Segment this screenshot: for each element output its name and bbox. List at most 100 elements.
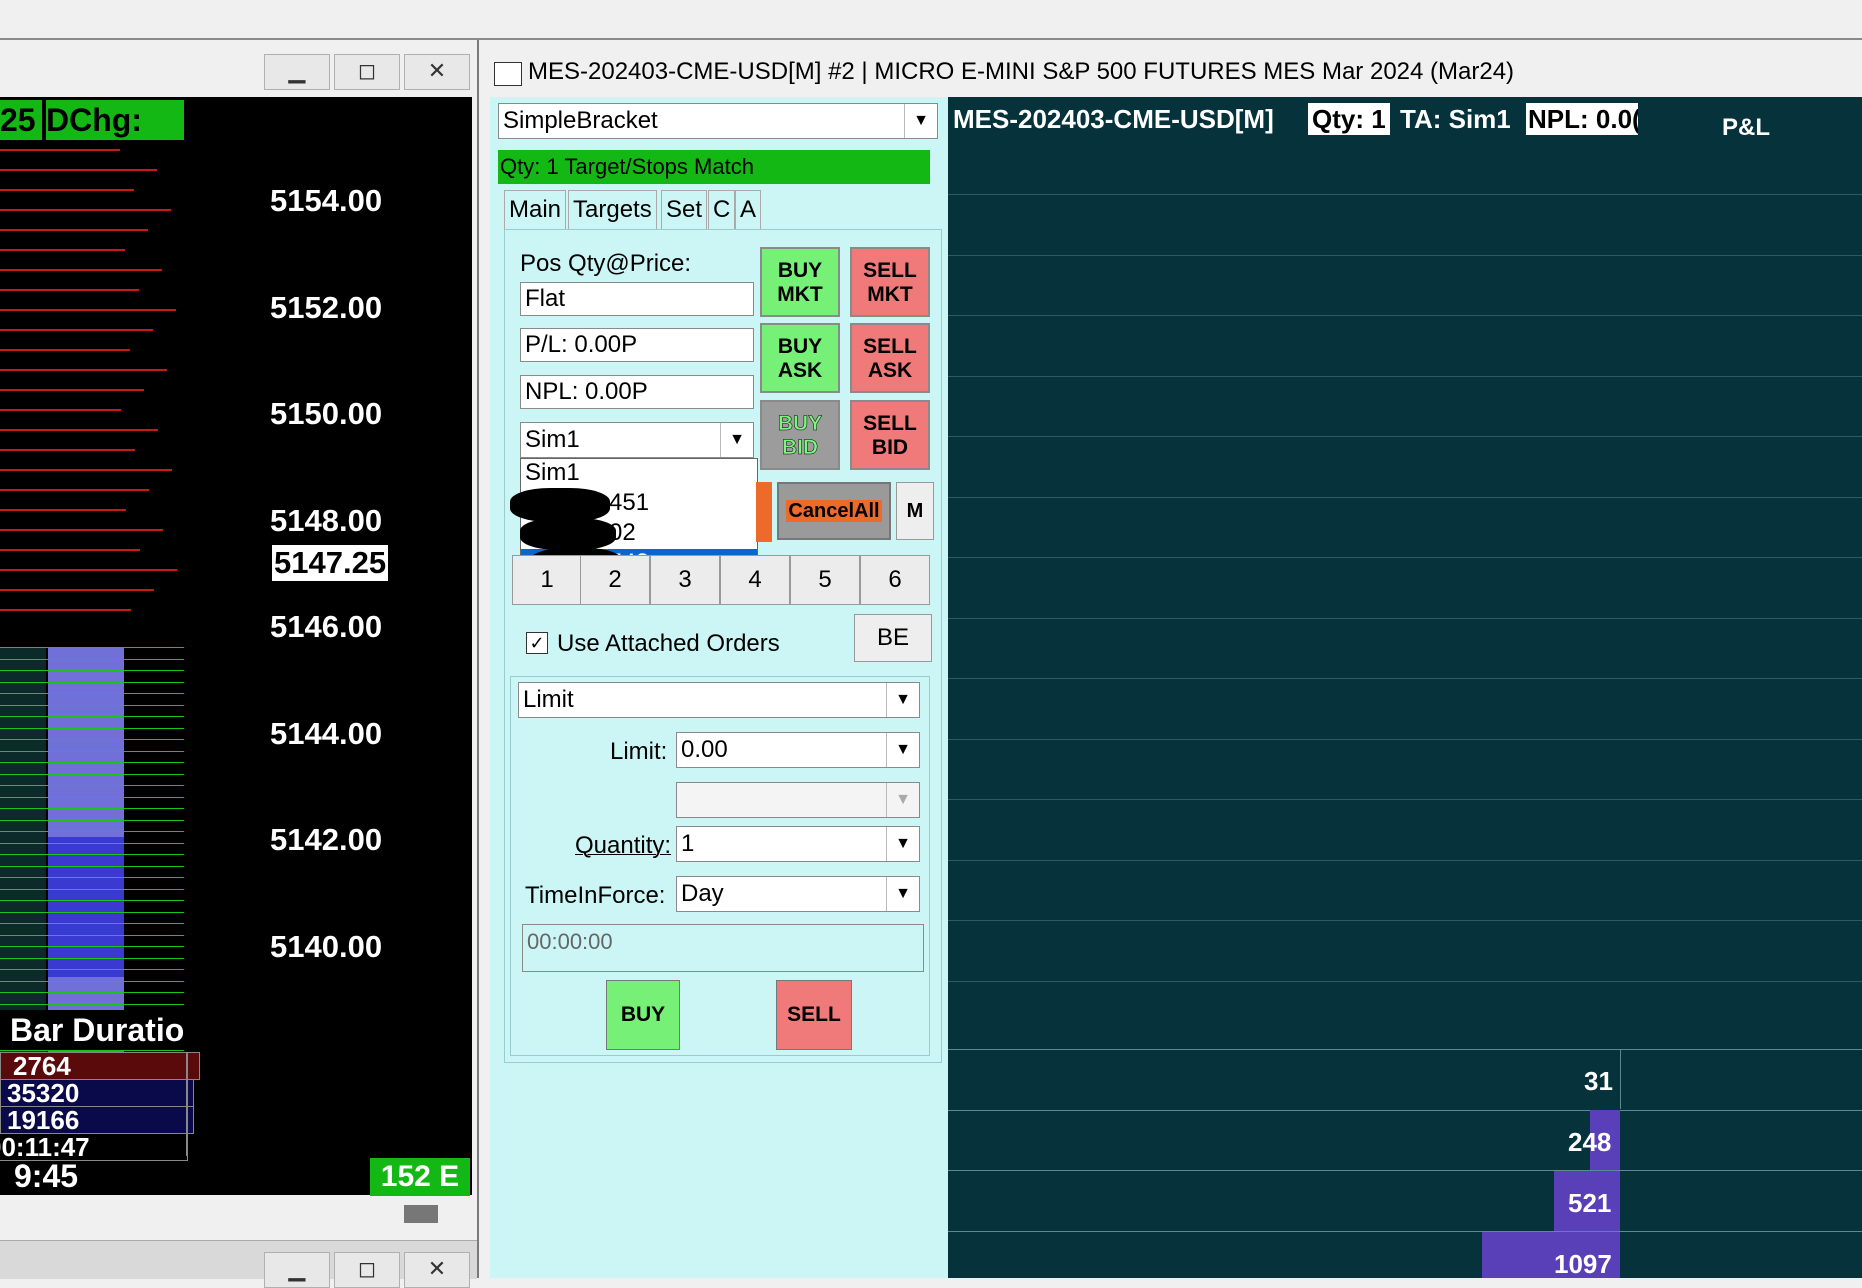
ladder-row-line	[0, 842, 184, 844]
stat-row: 2764	[0, 1052, 200, 1080]
qty-button-4[interactable]: 4	[720, 555, 790, 605]
window-title: MES-202403-CME-USD[M] #2 | MICRO E-MINI …	[528, 58, 1515, 85]
scrollbar-thumb[interactable]	[404, 1205, 438, 1223]
qty-button-1[interactable]: 1	[512, 555, 582, 605]
qty-button-3[interactable]: 3	[650, 555, 720, 605]
ladder-row-line	[0, 946, 184, 947]
grid-line	[948, 799, 1862, 800]
sell-ask-button[interactable]: SELL ASK	[850, 323, 930, 393]
pnl-value: 1097	[1554, 1249, 1612, 1279]
volume-bar	[0, 209, 171, 211]
qty-button-2[interactable]: 2	[580, 555, 650, 605]
minimize-button[interactable]: ▁	[264, 1252, 330, 1288]
pos-label: Pos Qty@Price:	[520, 250, 692, 277]
minimize-button[interactable]: ▁	[264, 54, 330, 90]
use-attached-orders-checkbox[interactable]: ✓	[526, 632, 548, 654]
volume-bar	[0, 229, 148, 231]
time-field[interactable]: 00:00:00	[522, 924, 924, 972]
grid-line	[948, 920, 1862, 921]
pnl-value: 521	[1568, 1188, 1612, 1218]
price-label: 5140.00	[270, 929, 383, 964]
ladder-row-line	[0, 785, 184, 786]
tab-main[interactable]: Main	[504, 190, 567, 229]
ladder-row-line	[0, 647, 184, 648]
sell-bid-button[interactable]: SELL BID	[850, 400, 930, 470]
tif-select[interactable]: Day ▼	[676, 876, 920, 912]
be-button[interactable]: BE	[854, 614, 932, 662]
sell-mkt-button[interactable]: SELL MKT	[850, 247, 930, 317]
account-select[interactable]: Sim1 ▼	[520, 422, 754, 458]
pnl-value: 31	[1584, 1066, 1613, 1096]
sell-button[interactable]: SELL	[776, 980, 852, 1050]
restore-button[interactable]: ◻	[334, 1252, 400, 1288]
ladder-row-line	[0, 1003, 184, 1005]
grid-line	[1620, 1049, 1621, 1109]
header-value: 25	[0, 100, 42, 140]
chevron-down-icon: ▼	[886, 827, 919, 861]
volume-bar	[0, 429, 158, 431]
ladder-row-line	[0, 819, 184, 821]
close-button[interactable]: ✕	[404, 54, 470, 90]
chevron-down-icon: ▼	[886, 683, 919, 717]
tab-c[interactable]: C	[708, 190, 736, 230]
grid-line	[948, 678, 1862, 679]
time-label: 9:45	[14, 1158, 79, 1194]
price-label: 5150.00	[270, 396, 383, 431]
ladder-row-line	[0, 704, 184, 706]
tab-targets[interactable]: Targets	[568, 190, 657, 230]
chart-ta: TA: Sim1	[1400, 104, 1511, 134]
ladder-row-line	[0, 681, 184, 683]
account-value: Sim1	[525, 426, 580, 453]
order-type-value: Limit	[523, 686, 574, 713]
npl-field: NPL: 0.00P	[520, 375, 754, 409]
ladder-row-line	[0, 716, 184, 717]
ladder-row-line	[0, 831, 184, 832]
chart-npl: NPL: 0.0(	[1526, 103, 1638, 135]
quantity-label: Quantity:	[575, 832, 672, 859]
buy-bid-button[interactable]: BUY BID	[760, 400, 840, 470]
grid-line	[948, 557, 1862, 558]
use-attached-orders-label: Use Attached Orders	[557, 630, 780, 657]
buy-button[interactable]: BUY	[606, 980, 680, 1050]
grid-line	[948, 1231, 1862, 1232]
buy-mkt-button[interactable]: BUY MKT	[760, 247, 840, 317]
cancel-all-button[interactable]: CancelAll	[777, 482, 891, 540]
tab-set[interactable]: Set	[661, 190, 708, 230]
pnl-label: P&L	[1722, 114, 1770, 141]
pnl-chart[interactable]	[948, 97, 1862, 1278]
volume-bar	[0, 189, 134, 191]
tif-value: Day	[681, 880, 724, 907]
secondary-select[interactable]: ▼	[676, 782, 920, 818]
buy-ask-button[interactable]: BUY ASK	[760, 323, 840, 393]
ladder-row-line	[0, 808, 184, 809]
m-button[interactable]: M	[896, 482, 934, 540]
horizontal-scrollbar[interactable]	[0, 1198, 472, 1246]
flatten-button-edge[interactable]	[756, 482, 772, 542]
ladder-row-line	[0, 854, 184, 855]
qty-button-6[interactable]: 6	[860, 555, 930, 605]
close-button[interactable]: ✕	[404, 1252, 470, 1288]
grid-line	[948, 1170, 1862, 1171]
ask-volume-column	[404, 97, 468, 537]
ladder-row-line	[0, 923, 184, 924]
volume-bar	[0, 169, 157, 171]
strategy-select[interactable]: SimpleBracket ▼	[498, 103, 938, 139]
bid-volume-column	[196, 553, 252, 1113]
grid-line	[948, 1049, 1862, 1050]
bar-duration-label: Bar Duratio	[0, 1010, 196, 1050]
order-type-select[interactable]: Limit ▼	[518, 682, 920, 718]
limit-price-select[interactable]: 0.00 ▼	[676, 732, 920, 768]
volume-bar	[0, 349, 130, 351]
ladder-row-line	[0, 762, 184, 763]
qty-button-5[interactable]: 5	[790, 555, 860, 605]
volume-bar	[0, 549, 140, 551]
price-label: 5148.00	[270, 503, 383, 538]
quantity-select[interactable]: 1 ▼	[676, 826, 920, 862]
volume-bar	[0, 269, 162, 271]
grid-line	[948, 436, 1862, 437]
restore-button[interactable]: ◻	[334, 54, 400, 90]
account-option[interactable]: Sim1	[521, 459, 757, 489]
tab-a[interactable]: A	[735, 190, 762, 230]
tif-label: TimeInForce:	[525, 882, 666, 909]
chevron-down-icon: ▼	[886, 783, 919, 817]
